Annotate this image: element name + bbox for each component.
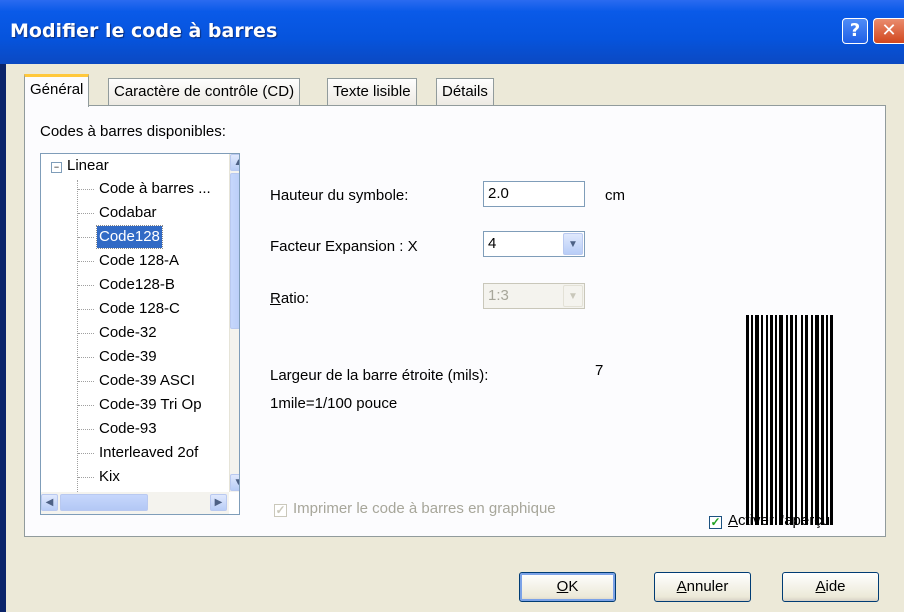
- tree-item[interactable]: Code-39: [97, 346, 159, 368]
- tree-connector: [78, 333, 94, 334]
- chevron-down-icon[interactable]: ▼: [563, 233, 583, 255]
- barcode-bar: [821, 315, 824, 525]
- tree-item[interactable]: Code à barres ...: [97, 178, 213, 200]
- tab-check-character[interactable]: Caractère de contrôle (CD): [108, 78, 301, 106]
- tree-connector: [78, 261, 94, 262]
- tree-connector: [78, 477, 94, 478]
- expansion-factor-label: Facteur Expansion : X: [270, 238, 418, 255]
- cancel-button[interactable]: Annuler: [654, 572, 751, 602]
- tree-item[interactable]: Code 128-A: [97, 250, 181, 272]
- barcode-bar: [786, 315, 788, 525]
- expansion-factor-value: 4: [488, 235, 497, 252]
- barcode-bar: [815, 315, 819, 525]
- barcode-bar: [795, 315, 797, 525]
- tree-connector: [78, 189, 94, 190]
- barcode-bar: [766, 315, 768, 525]
- close-icon[interactable]: ✕: [873, 18, 904, 44]
- symbol-height-input[interactable]: 2.0: [483, 181, 585, 207]
- tree-item[interactable]: Codabar: [97, 202, 159, 224]
- scroll-down-icon[interactable]: ▼: [230, 474, 239, 491]
- tree-connector: [78, 405, 94, 406]
- tree-item[interactable]: Code128: [96, 225, 163, 249]
- barcode-bar: [790, 315, 793, 525]
- tree-connector: [78, 237, 94, 238]
- available-barcodes-label: Codes à barres disponibles:: [40, 123, 226, 140]
- barcode-preview: [746, 315, 833, 525]
- general-panel: Codes à barres disponibles: − Linear Cod…: [24, 105, 886, 537]
- barcode-dialog: Modifier le code à barres ? ✕ Général Ca…: [0, 0, 904, 612]
- barcode-bar: [770, 315, 773, 525]
- tree-connector: [78, 285, 94, 286]
- barcode-bar: [755, 315, 759, 525]
- tree-connector: [78, 453, 94, 454]
- barcode-bar: [761, 315, 763, 525]
- chevron-down-icon[interactable]: ▼: [563, 285, 583, 307]
- tree-vertical-scrollbar[interactable]: ▲ ▼: [229, 154, 239, 492]
- expansion-factor-select[interactable]: 4 ▼: [483, 231, 585, 257]
- tree-item[interactable]: Code-39 ASCI: [97, 370, 197, 392]
- ratio-select[interactable]: 1:3 ▼: [483, 283, 585, 309]
- window-title: Modifier le code à barres: [10, 20, 278, 42]
- print-graphic-label: Imprimer le code à barres en graphique: [293, 500, 556, 517]
- ok-button[interactable]: OK: [519, 572, 616, 602]
- collapse-icon[interactable]: −: [51, 162, 62, 173]
- barcode-bar: [830, 315, 833, 525]
- narrow-bar-width-value: 7: [595, 362, 604, 379]
- tree-item[interactable]: Code 128-C: [97, 298, 182, 320]
- barcode-bar: [746, 315, 749, 525]
- dialog-body: Général Caractère de contrôle (CD) Texte…: [6, 64, 904, 612]
- tree-item[interactable]: Code-32: [97, 322, 159, 344]
- scroll-up-icon[interactable]: ▲: [230, 154, 239, 171]
- scroll-thumb[interactable]: [230, 173, 239, 329]
- help-button[interactable]: Aide: [782, 572, 879, 602]
- tree-horizontal-scrollbar[interactable]: ◀ ▶: [41, 492, 229, 514]
- barcode-bar: [826, 315, 828, 525]
- barcode-bar: [801, 315, 803, 525]
- narrow-bar-width-label: Largeur de la barre étroite (mils):: [270, 367, 489, 384]
- barcode-bar: [811, 315, 813, 525]
- scroll-right-icon[interactable]: ▶: [210, 494, 227, 511]
- help-icon[interactable]: ?: [842, 18, 868, 44]
- tree-connector: [78, 357, 94, 358]
- preview-label: Activer l'aperçu: [728, 512, 831, 529]
- tab-general[interactable]: Général: [24, 74, 90, 107]
- ratio-label: Ratio:: [270, 290, 310, 307]
- tree-connector: [78, 309, 94, 310]
- tree-connector: [78, 381, 94, 382]
- tree-item[interactable]: Kix: [97, 466, 122, 488]
- horizontal-scroll-thumb[interactable]: [60, 494, 148, 511]
- mil-note: 1mile=1/100 pouce: [270, 395, 398, 412]
- barcode-bar: [779, 315, 783, 525]
- tree-item[interactable]: Interleaved 2of: [97, 442, 200, 464]
- tree-guide-line: [77, 180, 78, 514]
- height-unit-label: cm: [605, 187, 625, 204]
- title-bar[interactable]: Modifier le code à barres ? ✕: [0, 0, 904, 64]
- tab-details[interactable]: Détails: [436, 78, 494, 106]
- barcode-bar: [751, 315, 753, 525]
- ratio-value: 1:3: [488, 287, 509, 304]
- barcode-bar: [775, 315, 777, 525]
- scroll-left-icon[interactable]: ◀: [41, 494, 58, 511]
- tree-item[interactable]: Code-93: [97, 418, 159, 440]
- symbol-height-label: Hauteur du symbole:: [270, 187, 409, 204]
- tree-item[interactable]: Code128-B: [97, 274, 177, 296]
- tree-connector: [78, 429, 94, 430]
- tree-connector: [78, 213, 94, 214]
- barcode-bar: [805, 315, 808, 525]
- tab-readable-text[interactable]: Texte lisible: [327, 78, 417, 106]
- barcode-tree[interactable]: − Linear Code à barres ... Codabar Code128…: [40, 153, 240, 515]
- print-graphic-checkbox[interactable]: ✓: [274, 504, 287, 517]
- tree-item[interactable]: Code-39 Tri Op: [97, 394, 204, 416]
- tree-root-linear[interactable]: Linear: [65, 155, 111, 177]
- preview-checkbox[interactable]: ✓: [709, 516, 722, 529]
